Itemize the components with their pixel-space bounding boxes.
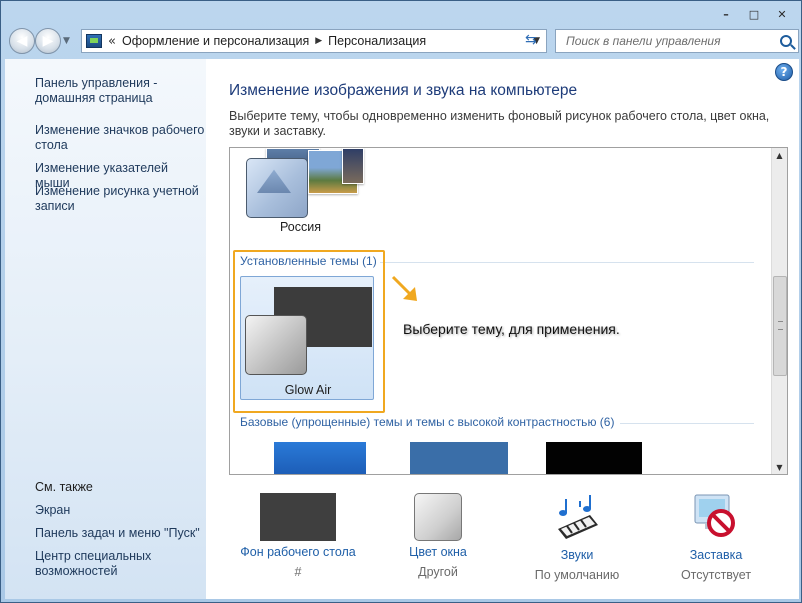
breadcrumb-separator-icon[interactable]: ▶ xyxy=(315,36,322,46)
forward-arrow-icon: ▶ xyxy=(42,33,54,49)
theme-basic-thumbnail[interactable] xyxy=(546,442,642,474)
theme-window-preview xyxy=(246,158,308,218)
screensaver-icon xyxy=(694,494,735,537)
back-arrow-icon: ◀ xyxy=(16,33,28,49)
sidebar-link-desktop-icons[interactable]: Изменение значков рабочего стола xyxy=(35,123,205,153)
sidebar-link-account-picture[interactable]: Изменение рисунка учетной записи xyxy=(35,184,205,214)
sidebar-link-taskbar[interactable]: Панель задач и меню "Пуск" xyxy=(35,526,205,541)
screensaver-link[interactable]: Заставка xyxy=(651,548,781,562)
search-icon[interactable] xyxy=(780,35,792,47)
search-placeholder: Поиск в панели управления xyxy=(566,34,721,48)
address-bar[interactable]: « Оформление и персонализация ▶ Персонал… xyxy=(81,29,547,53)
personalization-window: – □ ✕ ◀ ▶ ▼ « Оформление и персонализаци… xyxy=(0,0,802,603)
desktop-background-item[interactable]: Фон рабочего стола # xyxy=(233,493,363,579)
sounds-icon xyxy=(558,495,598,539)
theme-russia-label: Россия xyxy=(280,220,321,234)
forward-button[interactable]: ▶ xyxy=(35,28,61,54)
sidebar-link-home[interactable]: Панель управления - домашняя страница xyxy=(35,76,205,106)
basic-themes-header[interactable]: Базовые (упрощенные) темы и темы с высок… xyxy=(240,415,614,429)
desktop-background-icon xyxy=(260,493,336,541)
breadcrumb-appearance[interactable]: Оформление и персонализация xyxy=(122,34,309,48)
sidebar: Панель управления - домашняя страница Из… xyxy=(5,59,206,599)
scroll-thumb[interactable] xyxy=(773,276,787,376)
scroll-grip-icon xyxy=(778,321,783,330)
sidebar-link-ease-of-access[interactable]: Центр специальных возможностей xyxy=(35,549,205,579)
callout-arrow-icon xyxy=(391,275,417,301)
caption-buttons: – □ ✕ xyxy=(713,5,795,23)
sounds-link[interactable]: Звуки xyxy=(512,548,642,562)
scroll-up-icon[interactable]: ▲ xyxy=(772,148,787,162)
sounds-value: По умолчанию xyxy=(534,568,620,582)
theme-basic-thumbnail[interactable] xyxy=(410,442,508,474)
page-title: Изменение изображения и звука на компьют… xyxy=(229,82,578,99)
help-icon[interactable]: ? xyxy=(775,63,793,81)
window-color-icon xyxy=(414,493,462,541)
window-color-value: Другой xyxy=(418,565,458,579)
group-divider xyxy=(380,262,754,263)
search-input[interactable]: Поиск в панели управления xyxy=(555,29,799,53)
content-area: Панель управления - домашняя страница Из… xyxy=(5,59,799,599)
sounds-item[interactable]: Звуки По умолчанию xyxy=(512,493,642,582)
theme-basic-thumbnail[interactable] xyxy=(274,442,366,474)
back-button[interactable]: ◀ xyxy=(9,28,35,54)
group-divider xyxy=(620,423,754,424)
control-panel-icon xyxy=(86,34,102,48)
window-color-link[interactable]: Цвет окна xyxy=(373,545,503,559)
minimize-icon: – xyxy=(723,7,729,21)
theme-photo xyxy=(342,148,364,184)
close-icon: ✕ xyxy=(777,7,787,21)
page-description: Выберите тему, чтобы одновременно измени… xyxy=(229,109,770,138)
selection-highlight xyxy=(233,250,385,413)
sidebar-link-display[interactable]: Экран xyxy=(35,503,205,518)
window-color-item[interactable]: Цвет окна Другой xyxy=(373,493,503,579)
maximize-button[interactable]: □ xyxy=(741,5,767,23)
minimize-button[interactable]: – xyxy=(713,5,739,23)
desktop-background-value: # xyxy=(294,565,302,579)
scroll-down-icon[interactable]: ▼ xyxy=(772,460,787,474)
maximize-icon: □ xyxy=(748,7,760,21)
close-button[interactable]: ✕ xyxy=(769,5,795,23)
history-dropdown-icon[interactable]: ▼ xyxy=(63,36,70,46)
theme-list-scrollbar[interactable]: ▲ ▼ xyxy=(771,148,787,474)
screensaver-value: Отсутствует xyxy=(680,568,752,582)
navigation-bar: ◀ ▶ ▼ « Оформление и персонализация ▶ Пе… xyxy=(5,27,799,57)
breadcrumb-personalization[interactable]: Персонализация xyxy=(328,34,426,48)
desktop-background-link[interactable]: Фон рабочего стола xyxy=(233,545,363,559)
refresh-icon[interactable]: ⇆ xyxy=(525,32,537,48)
see-also-heading: См. также xyxy=(35,480,93,494)
screensaver-item[interactable]: Заставка Отсутствует xyxy=(651,493,781,582)
callout-text: Выберите тему, для применения. xyxy=(403,321,620,337)
overflow-chevron-icon[interactable]: « xyxy=(108,34,116,49)
